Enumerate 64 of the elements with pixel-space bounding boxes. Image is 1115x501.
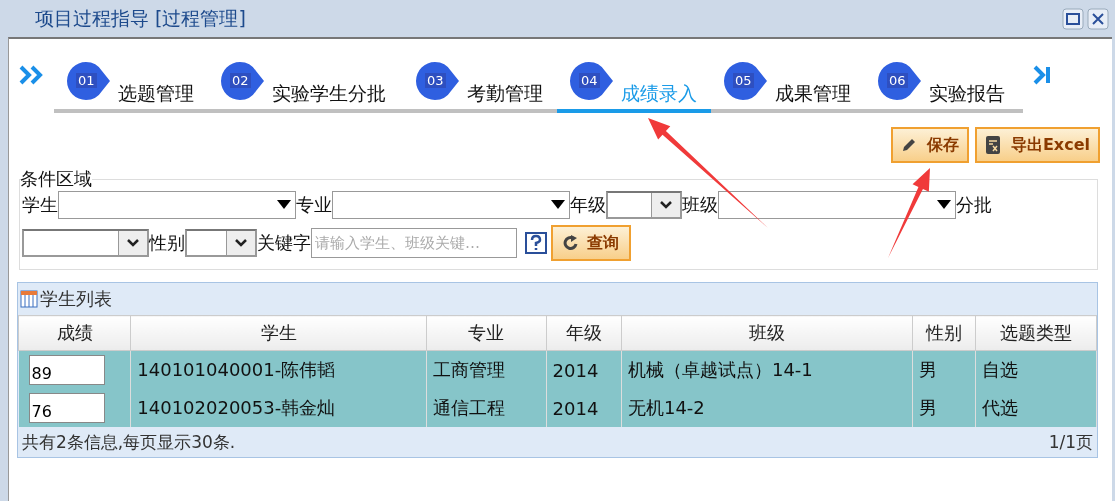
record-summary: 共有2条信息,每页显示30条. [22,430,236,454]
table-cell: 代选 [975,389,1097,427]
combo-field[interactable] [718,191,956,219]
select-field[interactable] [185,229,257,257]
grid-title: 学生列表 [40,287,112,311]
spreadsheet-icon [984,135,1001,155]
dropdown-arrow-icon [551,200,565,210]
save-button[interactable]: 保存 [890,127,969,163]
table-cell: 机械（卓越试点）14-1 [621,350,913,389]
field-label: 专业 [296,193,332,217]
step-tab[interactable]: 03 考勤管理 [403,59,557,113]
combo-field[interactable] [58,191,296,219]
score-field[interactable]: 76 [28,393,105,423]
step-tab[interactable]: 05 成果管理 [711,59,865,113]
chevron-down-icon [226,231,255,255]
help-icon[interactable] [525,232,547,254]
window-title: 项目过程指导 [过程管理] [35,5,247,31]
step-tab[interactable]: 06 实验报告 [865,59,1023,113]
select-field[interactable] [22,229,149,257]
score-field[interactable]: 89 [28,355,105,385]
table-cell: 140102020053-韩金灿 [130,389,427,427]
table-cell: 140101040001-陈伟韬 [130,350,427,389]
refresh-icon [563,235,579,251]
column-header[interactable]: 年级 [546,315,622,351]
table-cell: 工商管理 [426,350,547,389]
dropdown-arrow-icon [277,200,291,210]
table-icon [20,290,38,308]
table-cell: 男 [912,350,976,389]
table-cell: 2014 [546,389,622,427]
keyword-field[interactable]: 请输入学生、班级关键… [311,228,517,258]
maximize-icon[interactable] [1062,7,1084,30]
step-tab[interactable]: 04 成绩录入 [557,59,711,113]
table-cell: 2014 [546,350,622,389]
field-label: 分批 [956,193,992,217]
table-cell: 自选 [975,350,1097,389]
chevron-down-icon [118,231,147,255]
table-cell: 无机14-2 [621,389,913,427]
column-header[interactable]: 专业 [426,315,547,351]
page-indicator: 1/1页 [1048,430,1093,454]
column-header[interactable]: 班级 [621,315,913,351]
pencil-icon [900,137,917,153]
combo-field[interactable] [332,191,570,219]
select-field[interactable] [606,191,682,219]
chevron-down-icon [651,193,680,217]
double-chevron-icon [19,65,45,85]
field-label: 学生 [22,193,58,217]
column-header[interactable]: 学生 [130,315,427,351]
table-cell: 男 [912,389,976,427]
field-label: 性别 [149,231,185,255]
fieldset-legend: 条件区域 [20,167,92,191]
field-label: 年级 [570,193,606,217]
skip-end-icon [1033,65,1051,85]
field-label: 班级 [682,193,718,217]
step-tab[interactable]: 02 实验学生分批 [208,59,403,113]
dropdown-arrow-icon [937,200,951,210]
column-header[interactable]: 选题类型 [975,315,1097,351]
export-button[interactable]: 导出Excel [974,127,1100,163]
table-cell: 通信工程 [426,389,547,427]
column-header[interactable]: 性别 [912,315,976,351]
field-label: 关键字 [257,231,311,255]
column-header[interactable]: 成绩 [18,315,131,351]
close-icon[interactable] [1087,7,1109,30]
search-button[interactable]: 查询 [551,225,631,261]
step-tab[interactable]: 01 选题管理 [54,59,208,113]
